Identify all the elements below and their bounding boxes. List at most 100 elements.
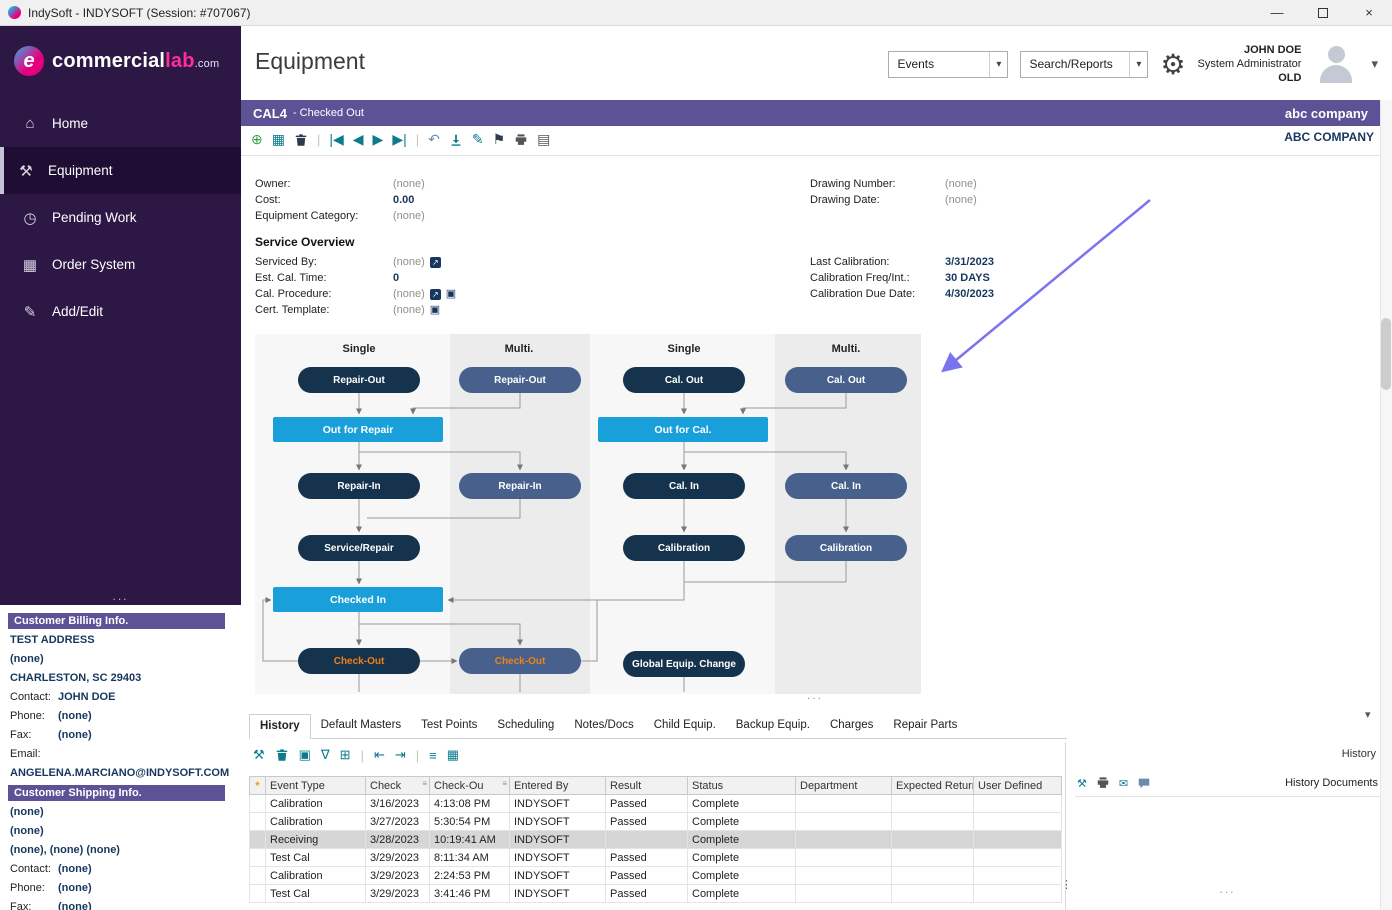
search-reports-dropdown[interactable]: Search/Reports ▾ bbox=[1020, 51, 1148, 78]
node-out-for-cal[interactable]: Out for Cal. bbox=[598, 417, 768, 442]
table-row[interactable]: Test Cal3/29/20233:41:46 PMINDYSOFTPasse… bbox=[250, 885, 1062, 903]
undo-icon[interactable]: ↶ bbox=[428, 131, 440, 148]
node-check-out-single[interactable]: Check-Out bbox=[298, 648, 420, 674]
sidebar-splitter-handle[interactable]: ... bbox=[0, 589, 241, 603]
avatar[interactable] bbox=[1313, 41, 1359, 87]
table-row[interactable]: Calibration3/29/20232:24:53 PMINDYSOFTPa… bbox=[250, 867, 1062, 885]
app-logo[interactable]: e commerciallab.com bbox=[0, 26, 241, 76]
close-button[interactable]: × bbox=[1346, 0, 1392, 26]
collapse-columns-icon[interactable]: ⇤ bbox=[374, 747, 385, 763]
table-row[interactable]: Test Cal3/29/20238:11:34 AMINDYSOFTPasse… bbox=[250, 849, 1062, 867]
table-row[interactable]: Calibration3/27/20235:30:54 PMINDYSOFTPa… bbox=[250, 813, 1062, 831]
table-row[interactable]: Receiving3/28/202310:19:41 AMINDYSOFTCom… bbox=[250, 831, 1062, 849]
sidebar-item-equipment[interactable]: ⚒ Equipment bbox=[0, 147, 241, 194]
node-service-repair[interactable]: Service/Repair bbox=[298, 535, 420, 561]
first-record-icon[interactable]: |◀ bbox=[329, 131, 343, 148]
chevron-down-icon[interactable]: ▾ bbox=[1371, 56, 1378, 72]
node-check-out-multi[interactable]: Check-Out bbox=[459, 648, 581, 674]
sidebar-item-pending-work[interactable]: ◷ Pending Work bbox=[0, 194, 241, 241]
panel-splitter-handle[interactable]: ... bbox=[1075, 882, 1380, 896]
clipboard-icon[interactable]: ▣ bbox=[299, 747, 311, 763]
print-icon[interactable] bbox=[514, 133, 528, 147]
open-link-icon[interactable]: ↗ bbox=[430, 289, 441, 300]
mail-icon[interactable]: ✉ bbox=[1119, 777, 1128, 790]
sort-icon[interactable]: ≡ bbox=[502, 779, 507, 788]
delete-icon[interactable] bbox=[294, 133, 308, 147]
filter-icon[interactable]: ∇ bbox=[321, 747, 330, 763]
calendar-icon[interactable]: ▦ bbox=[272, 131, 285, 148]
tab-backup-equip[interactable]: Backup Equip. bbox=[726, 714, 820, 738]
flag-icon[interactable]: ⚑ bbox=[493, 131, 506, 148]
tab-scheduling[interactable]: Scheduling bbox=[487, 714, 564, 738]
column-header-user-defined[interactable]: User Defined bbox=[974, 777, 1062, 795]
tab-repair-parts[interactable]: Repair Parts bbox=[883, 714, 967, 738]
sidebar-item-add-edit[interactable]: ✎ Add/Edit bbox=[0, 288, 241, 335]
expand-columns-icon[interactable]: ⇥ bbox=[395, 747, 406, 763]
sidebar-nav: ⌂ Home ⚒ Equipment ◷ Pending Work ▦ Orde… bbox=[0, 100, 241, 335]
open-window-icon[interactable]: ▣ bbox=[446, 289, 456, 300]
column-header-department[interactable]: Department bbox=[796, 777, 892, 795]
node-out-for-repair[interactable]: Out for Repair bbox=[273, 417, 443, 442]
vertical-splitter-handle[interactable]: ⋮ bbox=[1061, 878, 1072, 891]
download-icon[interactable] bbox=[449, 133, 463, 147]
scrollbar-thumb[interactable] bbox=[1381, 318, 1391, 390]
export-grid-icon[interactable]: ⊞ bbox=[340, 747, 351, 763]
maximize-button[interactable] bbox=[1300, 0, 1346, 26]
calendar-view-icon[interactable]: ▦ bbox=[447, 747, 459, 763]
column-header-check[interactable]: Check≡ bbox=[366, 777, 430, 795]
node-repair-in-single[interactable]: Repair-In bbox=[298, 473, 420, 499]
previous-record-icon[interactable]: ◀ bbox=[353, 131, 364, 148]
column-header-entered-by[interactable]: Entered By bbox=[510, 777, 606, 795]
column-header-status[interactable]: Status bbox=[688, 777, 796, 795]
billing-email-value[interactable]: ANGELENA.MARCIANO@INDYSOFT.COM bbox=[10, 765, 232, 781]
gear-icon[interactable]: ⚙ bbox=[1160, 48, 1185, 81]
tab-child-equip[interactable]: Child Equip. bbox=[644, 714, 726, 738]
list-view-icon[interactable]: ≡ bbox=[429, 748, 437, 763]
print-icon[interactable] bbox=[1096, 776, 1110, 790]
node-cal-in-single[interactable]: Cal. In bbox=[623, 473, 745, 499]
tab-test-points[interactable]: Test Points bbox=[411, 714, 487, 738]
node-repair-in-multi[interactable]: Repair-In bbox=[459, 473, 581, 499]
tab-notes-docs[interactable]: Notes/Docs bbox=[564, 714, 643, 738]
node-cal-out-single[interactable]: Cal. Out bbox=[623, 367, 745, 393]
node-calibration-single[interactable]: Calibration bbox=[623, 535, 745, 561]
node-checked-in[interactable]: Checked In bbox=[273, 587, 443, 612]
sidebar-item-home[interactable]: ⌂ Home bbox=[0, 100, 241, 147]
events-dropdown[interactable]: Events ▾ bbox=[888, 51, 1008, 78]
tab-default-masters[interactable]: Default Masters bbox=[311, 714, 412, 738]
comment-icon[interactable] bbox=[1137, 776, 1151, 790]
modify-icon[interactable]: ⚒ bbox=[253, 747, 265, 763]
node-repair-out-single[interactable]: Repair-Out bbox=[298, 367, 420, 393]
open-window-icon[interactable]: ▣ bbox=[430, 305, 440, 316]
collapse-chevron-icon[interactable]: ▾ bbox=[1365, 708, 1371, 721]
node-global-equip-change[interactable]: Global Equip. Change bbox=[623, 651, 745, 677]
column-header-result[interactable]: Result bbox=[606, 777, 688, 795]
column-header-expected-return[interactable]: Expected Return bbox=[892, 777, 974, 795]
column-header-event-type[interactable]: Event Type bbox=[266, 777, 366, 795]
open-link-icon[interactable]: ↗ bbox=[430, 257, 441, 268]
modify-icon[interactable]: ⚒ bbox=[1077, 777, 1087, 790]
document-icon[interactable]: ▤ bbox=[537, 131, 550, 148]
sort-icon[interactable]: ≡ bbox=[422, 779, 427, 788]
vertical-scrollbar[interactable] bbox=[1380, 100, 1392, 910]
sidebar-item-order-system[interactable]: ▦ Order System bbox=[0, 241, 241, 288]
phone-label: Phone: bbox=[10, 880, 58, 896]
tab-history[interactable]: History bbox=[249, 714, 311, 739]
add-record-icon[interactable]: ⊕ bbox=[251, 131, 263, 148]
column-header-check-out[interactable]: Check-Ou≡ bbox=[430, 777, 510, 795]
node-calibration-multi[interactable]: Calibration bbox=[785, 535, 907, 561]
maximize-icon bbox=[1318, 8, 1328, 18]
node-cal-out-multi[interactable]: Cal. Out bbox=[785, 367, 907, 393]
node-repair-out-multi[interactable]: Repair-Out bbox=[459, 367, 581, 393]
app-icon bbox=[8, 6, 21, 19]
next-record-icon[interactable]: ▶ bbox=[373, 131, 384, 148]
node-cal-in-multi[interactable]: Cal. In bbox=[785, 473, 907, 499]
delete-icon[interactable] bbox=[275, 748, 289, 762]
table-row[interactable]: Calibration3/16/20234:13:08 PMINDYSOFTPa… bbox=[250, 795, 1062, 813]
field-cal-procedure: Cal. Procedure:(none)↗▣ bbox=[255, 286, 456, 302]
minimize-button[interactable]: — bbox=[1254, 0, 1300, 26]
tab-charges[interactable]: Charges bbox=[820, 714, 883, 738]
field-value: (none) bbox=[393, 304, 425, 316]
last-record-icon[interactable]: ▶| bbox=[392, 131, 406, 148]
edit-icon[interactable]: ✎ bbox=[472, 131, 484, 148]
